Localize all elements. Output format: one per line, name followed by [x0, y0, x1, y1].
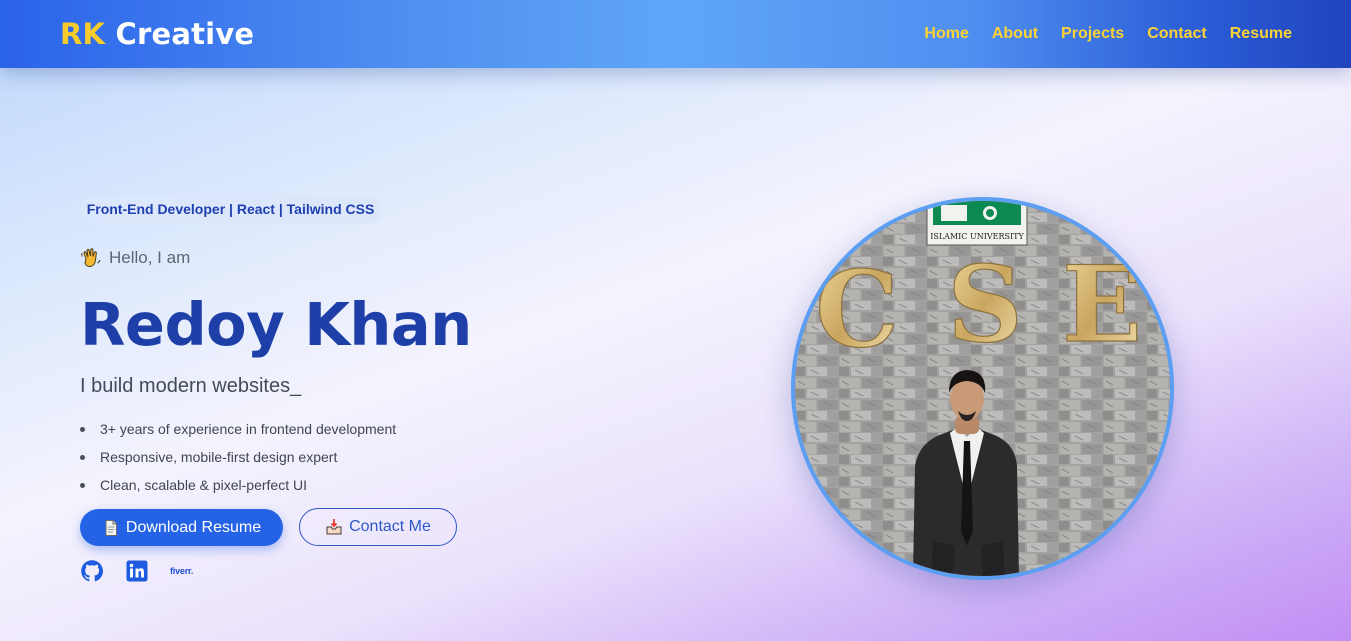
feature-item: 3+ years of experience in frontend devel… — [80, 419, 396, 447]
hello-text: Hello, I am — [109, 248, 191, 267]
waving-hand-icon — [80, 247, 102, 269]
wall-letter: E — [1062, 242, 1142, 366]
nav-link-projects[interactable]: Projects — [1061, 25, 1124, 43]
nav-link-about[interactable]: About — [992, 25, 1038, 43]
navbar: RK Creative Home About Projects Contact … — [0, 0, 1351, 68]
download-resume-label: Download Resume — [125, 518, 262, 536]
brand-logo[interactable]: RK Creative — [60, 17, 254, 51]
wall-letter: C — [815, 247, 899, 371]
sign-text: ISLAMIC UNIVERSITY — [930, 232, 1024, 241]
github-icon[interactable] — [80, 559, 104, 583]
contact-me-label: Contact Me — [349, 518, 431, 535]
social-links: fiverr. — [80, 559, 193, 583]
nav-link-contact[interactable]: Contact — [1147, 25, 1207, 43]
profile-photo: ISLAMIC UNIVERSITY C S E — [791, 197, 1174, 580]
nav-link-resume[interactable]: Resume — [1230, 25, 1292, 43]
fiverr-icon[interactable]: fiverr. — [170, 566, 193, 576]
hero-subtitle: I build modern websites_ — [80, 375, 301, 398]
nav-links: Home About Projects Contact Resume — [924, 25, 1292, 43]
inbox-tray-icon — [325, 518, 343, 536]
hero-name: Redoy Khan — [80, 290, 472, 359]
wall-letter: S — [947, 242, 1023, 366]
feature-item: Responsive, mobile-first design expert — [80, 447, 396, 475]
linkedin-icon[interactable] — [125, 559, 149, 583]
download-resume-button[interactable]: Download Resume — [80, 509, 283, 546]
hello-line: Hello, I am — [80, 247, 190, 269]
brand-suffix: Creative — [115, 17, 255, 51]
contact-me-button[interactable]: Contact Me — [299, 508, 457, 546]
role-tagline: Front-End Developer | React | Tailwind C… — [80, 195, 381, 224]
typed-text: I build modern websites — [80, 375, 291, 397]
university-sign: ISLAMIC UNIVERSITY — [926, 201, 1028, 246]
document-icon — [102, 519, 120, 537]
feature-list: 3+ years of experience in frontend devel… — [80, 419, 396, 503]
typing-cursor: _ — [290, 375, 302, 397]
nav-link-home[interactable]: Home — [924, 25, 968, 43]
brand-prefix: RK — [60, 17, 106, 51]
feature-item: Clean, scalable & pixel-perfect UI — [80, 475, 396, 503]
